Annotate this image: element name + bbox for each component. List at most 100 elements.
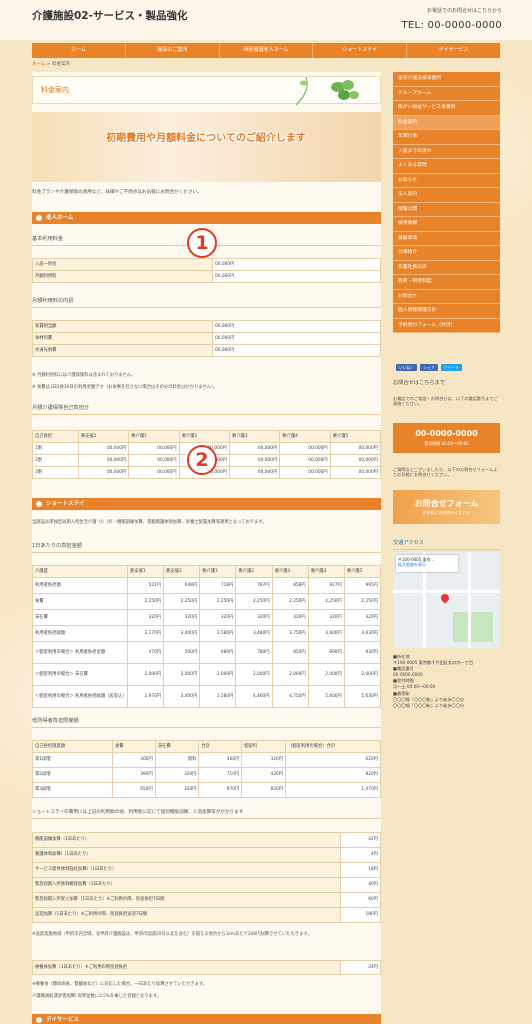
table-cell: 648円	[163, 577, 201, 594]
sidebar-item[interactable]: 仕事紹介	[393, 246, 500, 261]
table-cell: 680円	[199, 641, 237, 664]
sidebar-item[interactable]: よくある質問	[393, 159, 500, 174]
table-row: 第2段階 390円 320円 710円 420円 820円	[32, 767, 381, 783]
table-cell: 00,000円	[329, 466, 382, 479]
table-cell: 858円	[271, 577, 309, 594]
table-header: 要介護1	[199, 565, 237, 578]
sidebar-item[interactable]: 教育・研修制度	[393, 275, 500, 290]
sidebar-item[interactable]: 情報公開	[393, 202, 500, 217]
table-cell: 00,000円	[128, 454, 180, 467]
page: 介護施設02-サービス・製品強化 お電話でのお問合せはこちらから TEL: 00…	[0, 0, 532, 1024]
table-cell: 4,460円	[235, 685, 273, 708]
facebook-like-button[interactable]: いいね！	[396, 364, 418, 371]
tweet-button[interactable]: ツイート	[440, 364, 462, 371]
table-cell: 2,000円	[235, 663, 273, 686]
access-map[interactable]: 〒100-0005 東京... 拡大地図を表示	[393, 552, 500, 648]
table-cell: 00,000円	[228, 466, 281, 479]
daily-fee-table: 介護度 要支援1 要支援2 要介護1 要介護2 要介護3 要介護4 要介護5 利用者負担額 52…	[32, 565, 382, 708]
table-cell: 00,000円	[228, 442, 281, 455]
sidebar-item[interactable]: 障がい福祉サービス事業所	[393, 101, 500, 116]
section-shortstay: ショートステイ	[32, 498, 381, 510]
access-heading: 交通アクセス	[393, 540, 500, 550]
table-cell: 320円	[241, 752, 286, 768]
table-cell: 3,750円	[271, 625, 309, 642]
annotation-marker-2: 2	[187, 445, 217, 475]
table-cell: 320円	[235, 609, 273, 626]
table-cell: 2,000円	[126, 663, 165, 686]
table-cell: 00,000円	[279, 442, 331, 455]
sidebar-item[interactable]: 先輩社員の声	[393, 260, 500, 275]
table-cell: 00,000円	[77, 454, 130, 467]
contact-heading: お問合せはこちらまで	[393, 380, 445, 386]
table-row: 第3段階 650円 320円 970円 820円 1,470円	[32, 782, 381, 798]
table-header: 要介護3	[271, 565, 309, 578]
table-cell: 180円	[340, 907, 381, 923]
annotation-marker-1: 1	[187, 228, 217, 258]
sidebar-tel-box[interactable]: 00-0000-0000 受付時間 00:00〜00:00	[393, 423, 500, 453]
sidebar-item[interactable]: 年間行事	[393, 130, 500, 145]
table-cell: 787円	[235, 577, 273, 594]
breadcrumb-home[interactable]: ホーム	[32, 62, 45, 67]
table-cell: 320円	[307, 609, 345, 626]
nav-shortstay[interactable]: ショートステイ	[313, 43, 408, 58]
low-income-heading: 低所得者負担限度額	[32, 718, 381, 728]
global-nav: ホーム 施設のご案内 特別養護老人ホーム ショートステイ デイサービス	[32, 43, 500, 58]
sidebar-item[interactable]: 法人案内	[393, 188, 500, 203]
sidebar-hours: 受付時間 00:00〜00:00	[424, 441, 469, 447]
table-cell: 300円	[112, 752, 156, 768]
map-enlarge-link[interactable]: 拡大地図を表示	[398, 562, 456, 567]
sidebar-item[interactable]: お知らせ	[393, 173, 500, 188]
table-cell: 第1段階	[32, 752, 113, 768]
nav-nursing-home[interactable]: 特別養護老人ホーム	[220, 43, 314, 58]
site-header: 介護施設02-サービス・製品強化 お電話でのお問合せはこちらから TEL: 00…	[0, 0, 532, 40]
sidebar-item[interactable]: 入居までの流れ	[393, 144, 500, 159]
sidebar-item[interactable]: 募集事項	[393, 231, 500, 246]
table-header: 要支援2	[163, 565, 201, 578]
sidebar-item[interactable]: 居宅介護支援事業所	[393, 72, 500, 87]
table-cell: 2,970円	[126, 685, 165, 708]
sidebar-item[interactable]: 採用情報	[393, 217, 500, 232]
sidebar-item[interactable]: 予約受付フォーム（共済）	[393, 318, 500, 333]
table-cell: 24円	[340, 960, 381, 975]
table-cell: 利用者負担総額	[32, 625, 128, 642]
table-row: ＜個室利用の場合＞ 利用者負担総額（居室込） 2,970円 3,400円 3,580円…	[32, 685, 382, 708]
table-cell: 緊急短期入所受入加算（1日あたり）※ご利用の際、別途負担7日間	[32, 892, 341, 908]
sidebar-item[interactable]: 個人情報保護方針	[393, 304, 500, 319]
form-text: ご質問などございましたら、以下のお問合せフォームよりお気軽にお問合せください。	[393, 467, 498, 478]
table-header: （個室利用の場合）合計	[285, 740, 381, 753]
table-cell: 500円	[163, 641, 201, 664]
table-row: サービス提供体制強化加算Ⅰ（1日あたり） 18円	[32, 862, 381, 878]
sidebar-item[interactable]: グループホーム	[393, 86, 500, 101]
sidebar-tel[interactable]: 00-0000-0000	[393, 429, 500, 439]
table-header: 自己負担限度額	[32, 740, 113, 753]
table-cell: 40円	[340, 877, 381, 893]
additional-fee-table: 機能訓練加算（1日あたり） 42円 看護体制加算Ⅰ（1日あたり） 4円 サービス提供…	[32, 832, 381, 923]
table-cell: 00,000円	[212, 344, 381, 357]
table-cell: 320円	[126, 609, 165, 626]
table-row: 家賃相当額 00,000円	[32, 320, 381, 333]
sidebar-item[interactable]: お問合せ	[393, 289, 500, 304]
table-header: 要介護5	[329, 430, 382, 443]
table-cell: 入居一時金	[32, 258, 213, 271]
table-cell: 2,000円	[163, 663, 201, 686]
nav-dayservice[interactable]: デイサービス	[407, 43, 500, 58]
table-cell: 521円	[126, 577, 165, 594]
header-tel[interactable]: TEL: 00-0000-0000	[402, 19, 503, 32]
nav-facility[interactable]: 施設のご案内	[126, 43, 220, 58]
nav-home[interactable]: ホーム	[32, 43, 126, 58]
table-cell: 家賃相当額	[32, 320, 213, 333]
table-cell: 300円	[198, 752, 243, 768]
hero-heading: 初期費用や月額料金についてのご紹介します	[106, 133, 306, 144]
table-header: 要介護1	[128, 430, 180, 443]
table-cell: 2,250円	[307, 593, 345, 610]
sidebar-item-active[interactable]: 料金案内	[393, 115, 500, 130]
contact-form-button[interactable]: お問合せフォーム お気軽にお問合せください	[393, 490, 500, 524]
table-cell: サービス提供体制強化加算Ⅰ（1日あたり）	[32, 862, 341, 878]
table-cell: 2,000円	[343, 663, 382, 686]
access-details: ■所在地 〒100-0005 東京都千代田区丸の内一丁目 ■電話番号 00-00…	[393, 654, 500, 709]
meal-fee-table: 療養食加算（1日あたり）※ご利用の際別途負担 24円	[32, 960, 381, 975]
table-header: 食費	[112, 740, 156, 753]
table-cell: 00,000円	[329, 442, 382, 455]
site-title[interactable]: 介護施設02-サービス・製品強化	[32, 10, 187, 24]
facebook-share-button[interactable]: シェア	[420, 364, 438, 371]
